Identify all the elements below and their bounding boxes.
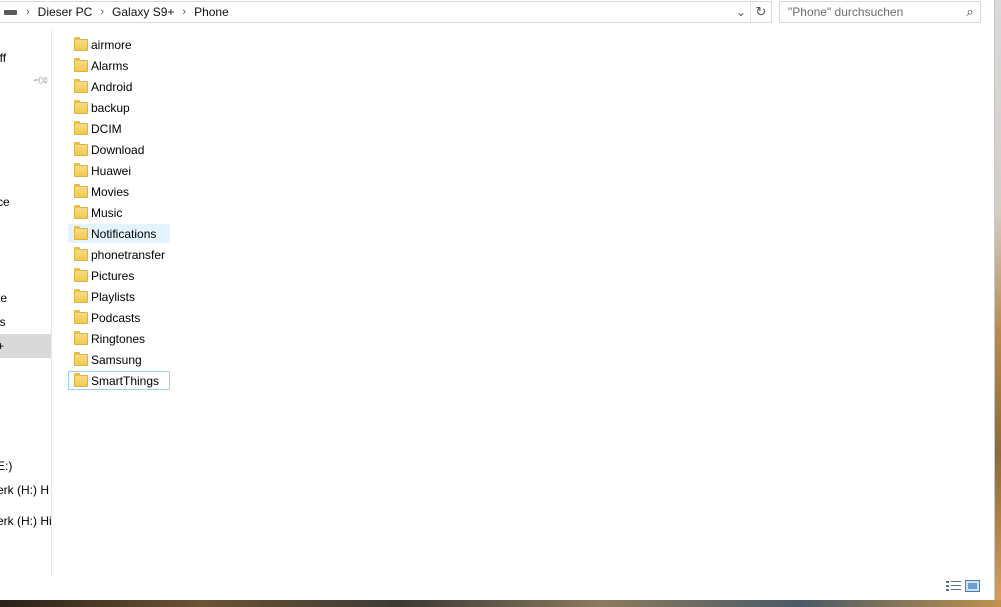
folder-icon	[74, 183, 88, 198]
file-item[interactable]: Ringtones	[68, 329, 170, 348]
tiles-view-icon[interactable]	[965, 580, 980, 592]
breadcrumb-dieser-pc[interactable]: Dieser PC	[38, 5, 93, 19]
file-name: Android	[91, 79, 133, 94]
refresh-icon[interactable]: ↻	[750, 2, 771, 22]
file-item[interactable]: Download	[68, 140, 170, 159]
folder-icon	[74, 36, 88, 51]
file-item[interactable]: airmore	[68, 35, 170, 54]
folder-icon	[74, 372, 88, 387]
file-name: airmore	[91, 37, 132, 52]
file-item[interactable]: Notifications	[68, 224, 170, 243]
nav-item-label: te	[0, 291, 8, 305]
file-item[interactable]: Alarms	[68, 56, 170, 75]
file-name: Movies	[91, 184, 130, 199]
file-name: DCIM	[91, 121, 122, 136]
file-name: Music	[91, 205, 123, 220]
breadcrumb-galaxy-s9[interactable]: Galaxy S9+	[112, 5, 174, 19]
nav-item-quick-access-3[interactable]: te	[0, 286, 51, 310]
folder-icon	[74, 351, 88, 366]
file-name: Huawei	[91, 163, 132, 178]
file-name: Ringtones	[91, 331, 146, 346]
file-name: Pictures	[91, 268, 135, 283]
file-item[interactable]: Samsung	[68, 350, 170, 369]
folder-icon	[74, 141, 88, 156]
nav-item-drive-h-2[interactable]: erk (H:) HiS	[0, 509, 51, 533]
nav-item-label: E:)	[0, 459, 13, 473]
file-name: Playlists	[91, 289, 136, 304]
chevron-down-icon[interactable]: ⌄	[732, 2, 750, 22]
folder-icon	[74, 330, 88, 345]
pin-icon[interactable]: 📌︎	[31, 71, 50, 90]
chevron-right-icon[interactable]: ›	[182, 6, 186, 18]
folder-icon	[74, 99, 88, 114]
folder-icon	[74, 309, 88, 324]
folder-icon	[74, 225, 88, 240]
nav-item-drive-h-1[interactable]: erk (H:) H	[0, 478, 51, 502]
address-bar[interactable]: › Dieser PC › Galaxy S9+ › Phone ⌄ ↻	[0, 1, 772, 23]
file-item[interactable]: backup	[68, 98, 170, 117]
nav-item-quick-access-1[interactable]: iff	[0, 46, 51, 70]
nav-item-quick-access-4[interactable]: ls	[0, 310, 51, 334]
details-view-icon[interactable]	[946, 580, 961, 592]
folder-icon	[74, 120, 88, 135]
file-name: Download	[91, 142, 145, 157]
navigation-pane[interactable]: iff 📌︎ ce te ls + E:) erk (H:) H erk (H:…	[0, 30, 52, 576]
file-name: Samsung	[91, 352, 142, 367]
file-item[interactable]: phonetransfer	[68, 245, 170, 264]
file-name: phonetransfer	[91, 247, 166, 262]
nav-item-label: ls	[0, 315, 6, 329]
chevron-right-icon[interactable]: ›	[100, 6, 104, 18]
chevron-right-icon[interactable]: ›	[26, 6, 30, 18]
file-name: SmartThings	[91, 373, 160, 388]
file-item[interactable]: Android	[68, 77, 170, 96]
nav-item-label: erk (H:) H	[0, 483, 49, 497]
file-item[interactable]: Playlists	[68, 287, 170, 306]
nav-item-label: erk (H:) HiS	[0, 514, 51, 528]
file-name: Podcasts	[91, 310, 141, 325]
folder-icon	[74, 57, 88, 72]
nav-item-label: iff	[0, 51, 7, 65]
search-box[interactable]: ⌕	[779, 1, 981, 23]
view-buttons	[946, 580, 980, 592]
search-input[interactable]	[780, 3, 960, 21]
folder-icon	[74, 288, 88, 303]
file-item[interactable]: SmartThings	[68, 371, 170, 390]
nav-item-quick-access-2[interactable]: ce	[0, 190, 51, 214]
file-item[interactable]: Music	[68, 203, 170, 222]
file-item[interactable]: Podcasts	[68, 308, 170, 327]
desktop-wallpaper	[0, 600, 1001, 607]
folder-icon	[74, 267, 88, 282]
file-item[interactable]: Movies	[68, 182, 170, 201]
explorer-window: › Dieser PC › Galaxy S9+ › Phone ⌄ ↻ ⌕ i…	[0, 0, 995, 600]
folder-icon	[74, 78, 88, 93]
file-name: Notifications	[91, 226, 157, 241]
folder-icon	[74, 162, 88, 177]
folder-icon	[74, 246, 88, 261]
nav-item-label: +	[0, 334, 4, 358]
file-name: Alarms	[91, 58, 129, 73]
search-icon[interactable]: ⌕	[960, 4, 980, 20]
nav-item-galaxy-s9[interactable]: +	[0, 334, 51, 358]
folder-icon	[74, 204, 88, 219]
desktop-wallpaper	[995, 0, 1001, 607]
file-name: backup	[91, 100, 130, 115]
breadcrumb-phone[interactable]: Phone	[194, 5, 229, 19]
nav-item-drive-e[interactable]: E:)	[0, 454, 51, 478]
drive-icon	[4, 7, 18, 17]
file-item[interactable]: Pictures	[68, 266, 170, 285]
file-item[interactable]: Huawei	[68, 161, 170, 180]
nav-item-label: ce	[0, 195, 10, 209]
file-item[interactable]: DCIM	[68, 119, 170, 138]
